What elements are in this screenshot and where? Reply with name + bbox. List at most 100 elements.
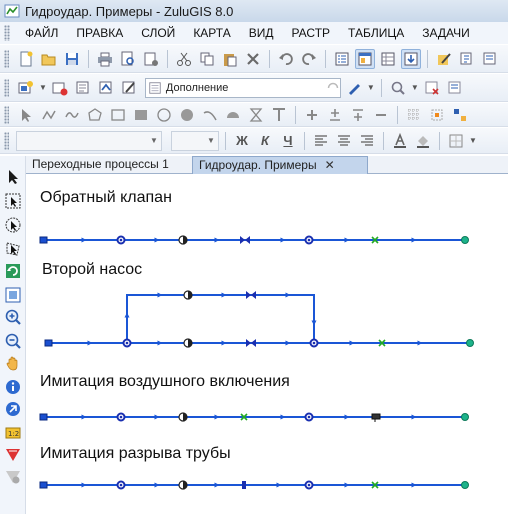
map-canvas[interactable]: Обратный клапан Второй насос Имитация во…: [26, 175, 508, 514]
source-node[interactable]: [44, 339, 53, 347]
query-icon[interactable]: [480, 49, 500, 69]
toolbar-grip[interactable]: [4, 78, 9, 97]
menu-grip[interactable]: [4, 25, 10, 41]
map-properties-icon[interactable]: [445, 78, 465, 98]
remove-node-icon[interactable]: [371, 105, 391, 125]
valve-node[interactable]: [246, 291, 256, 299]
source-node[interactable]: [39, 481, 48, 489]
clear-selection-icon[interactable]: [422, 78, 442, 98]
print-preview-icon[interactable]: [118, 49, 138, 69]
toolbar-grip[interactable]: [4, 105, 9, 124]
align-left-icon[interactable]: [311, 131, 331, 151]
add-node-icon[interactable]: [302, 105, 322, 125]
redo-icon[interactable]: [299, 49, 319, 69]
consumer-node[interactable]: [461, 413, 469, 421]
snap-icon[interactable]: [427, 105, 447, 125]
page-setup-icon[interactable]: [141, 49, 161, 69]
bold-button[interactable]: Ж: [232, 131, 252, 151]
refresh-icon[interactable]: [4, 262, 22, 280]
underline-button[interactable]: Ч: [278, 131, 298, 151]
valve-node[interactable]: [240, 236, 250, 244]
add-layer-dropdown-icon[interactable]: ▼: [39, 83, 47, 92]
search-layer-icon[interactable]: [388, 78, 408, 98]
layer-up-icon[interactable]: [96, 78, 116, 98]
dock-window-icon[interactable]: [401, 48, 421, 69]
cut-icon[interactable]: [174, 49, 194, 69]
menu-table[interactable]: ТАБЛИЦА: [339, 23, 413, 43]
rectangle-icon[interactable]: [108, 105, 128, 125]
toolbar-grip[interactable]: [4, 131, 9, 150]
remove-layer-icon[interactable]: [50, 78, 70, 98]
goto-icon[interactable]: [4, 400, 22, 418]
select-arrow-icon[interactable]: [16, 105, 36, 125]
font-color-icon[interactable]: [390, 131, 410, 151]
layers-window-icon[interactable]: [355, 48, 375, 69]
zoom-extent-icon[interactable]: [4, 286, 22, 304]
select-polygon-icon[interactable]: [4, 240, 22, 258]
source-node[interactable]: [39, 236, 48, 244]
layer-style-icon[interactable]: [119, 78, 139, 98]
zoom-in-icon[interactable]: [4, 308, 22, 326]
add-layer-icon[interactable]: [16, 78, 36, 98]
menu-raster[interactable]: РАСТР: [282, 23, 339, 43]
tab-water-hammer-examples[interactable]: Гидроудар. Примеры ✕: [192, 156, 368, 174]
menu-layer[interactable]: СЛОЙ: [132, 23, 184, 43]
menu-view[interactable]: ВИД: [240, 23, 283, 43]
menu-tasks[interactable]: ЗАДАЧИ: [413, 23, 478, 43]
copy-icon[interactable]: [197, 49, 217, 69]
arc-icon[interactable]: [200, 105, 220, 125]
new-icon[interactable]: [16, 49, 36, 69]
edit-layer-icon[interactable]: [434, 49, 454, 69]
pen-icon[interactable]: [344, 78, 364, 98]
consumer-node[interactable]: [461, 236, 469, 244]
grid-icon[interactable]: [404, 105, 424, 125]
search-dropdown-icon[interactable]: ▼: [411, 83, 419, 92]
text-tool-icon[interactable]: [269, 105, 289, 125]
align-center-icon[interactable]: [334, 131, 354, 151]
air-valve-node[interactable]: [371, 413, 381, 422]
tab-transient-processes[interactable]: Переходные процессы 1: [26, 156, 190, 174]
network-filter-icon[interactable]: [4, 446, 22, 464]
select-circle-icon[interactable]: [4, 216, 22, 234]
undo-icon[interactable]: [276, 49, 296, 69]
curve-icon[interactable]: [62, 105, 82, 125]
print-icon[interactable]: [95, 49, 115, 69]
fill-color-icon[interactable]: [413, 131, 433, 151]
rupture-node[interactable]: [242, 481, 246, 489]
polyline-icon[interactable]: [39, 105, 59, 125]
delete-icon[interactable]: [243, 49, 263, 69]
source-node[interactable]: [39, 413, 48, 421]
consumer-node[interactable]: [466, 339, 474, 347]
bypass-pipe[interactable]: [126, 294, 315, 343]
properties-icon[interactable]: [332, 49, 352, 69]
scale-icon[interactable]: 1:2: [4, 424, 22, 442]
align-icon[interactable]: [450, 105, 470, 125]
edit-object-icon[interactable]: [457, 49, 477, 69]
menu-file[interactable]: ФАЙЛ: [16, 23, 67, 43]
open-icon[interactable]: [39, 49, 59, 69]
select-rect-icon[interactable]: [4, 192, 22, 210]
menu-map[interactable]: КАРТА: [184, 23, 239, 43]
ellipse-icon[interactable]: [154, 105, 174, 125]
node-up-icon[interactable]: [325, 105, 345, 125]
pan-hand-icon[interactable]: [4, 354, 22, 372]
paste-icon[interactable]: [220, 49, 240, 69]
filled-rectangle-icon[interactable]: [131, 105, 151, 125]
italic-button[interactable]: К: [255, 131, 275, 151]
layer-properties-icon[interactable]: [73, 78, 93, 98]
table-window-icon[interactable]: [378, 49, 398, 69]
border-dropdown-icon[interactable]: ▼: [469, 136, 477, 145]
filled-ellipse-icon[interactable]: [177, 105, 197, 125]
select-pointer-icon[interactable]: [4, 168, 22, 186]
save-icon[interactable]: [62, 49, 82, 69]
node-down-icon[interactable]: [348, 105, 368, 125]
toolbar-grip[interactable]: [4, 49, 9, 68]
current-layer-select[interactable]: Дополнение: [144, 77, 341, 98]
consumer-node[interactable]: [461, 481, 469, 489]
hourglass-icon[interactable]: [246, 105, 266, 125]
sector-icon[interactable]: [223, 105, 243, 125]
zoom-out-icon[interactable]: [4, 332, 22, 350]
info-icon[interactable]: [4, 378, 22, 396]
close-tab-icon[interactable]: ✕: [325, 158, 335, 172]
polygon-icon[interactable]: [85, 105, 105, 125]
